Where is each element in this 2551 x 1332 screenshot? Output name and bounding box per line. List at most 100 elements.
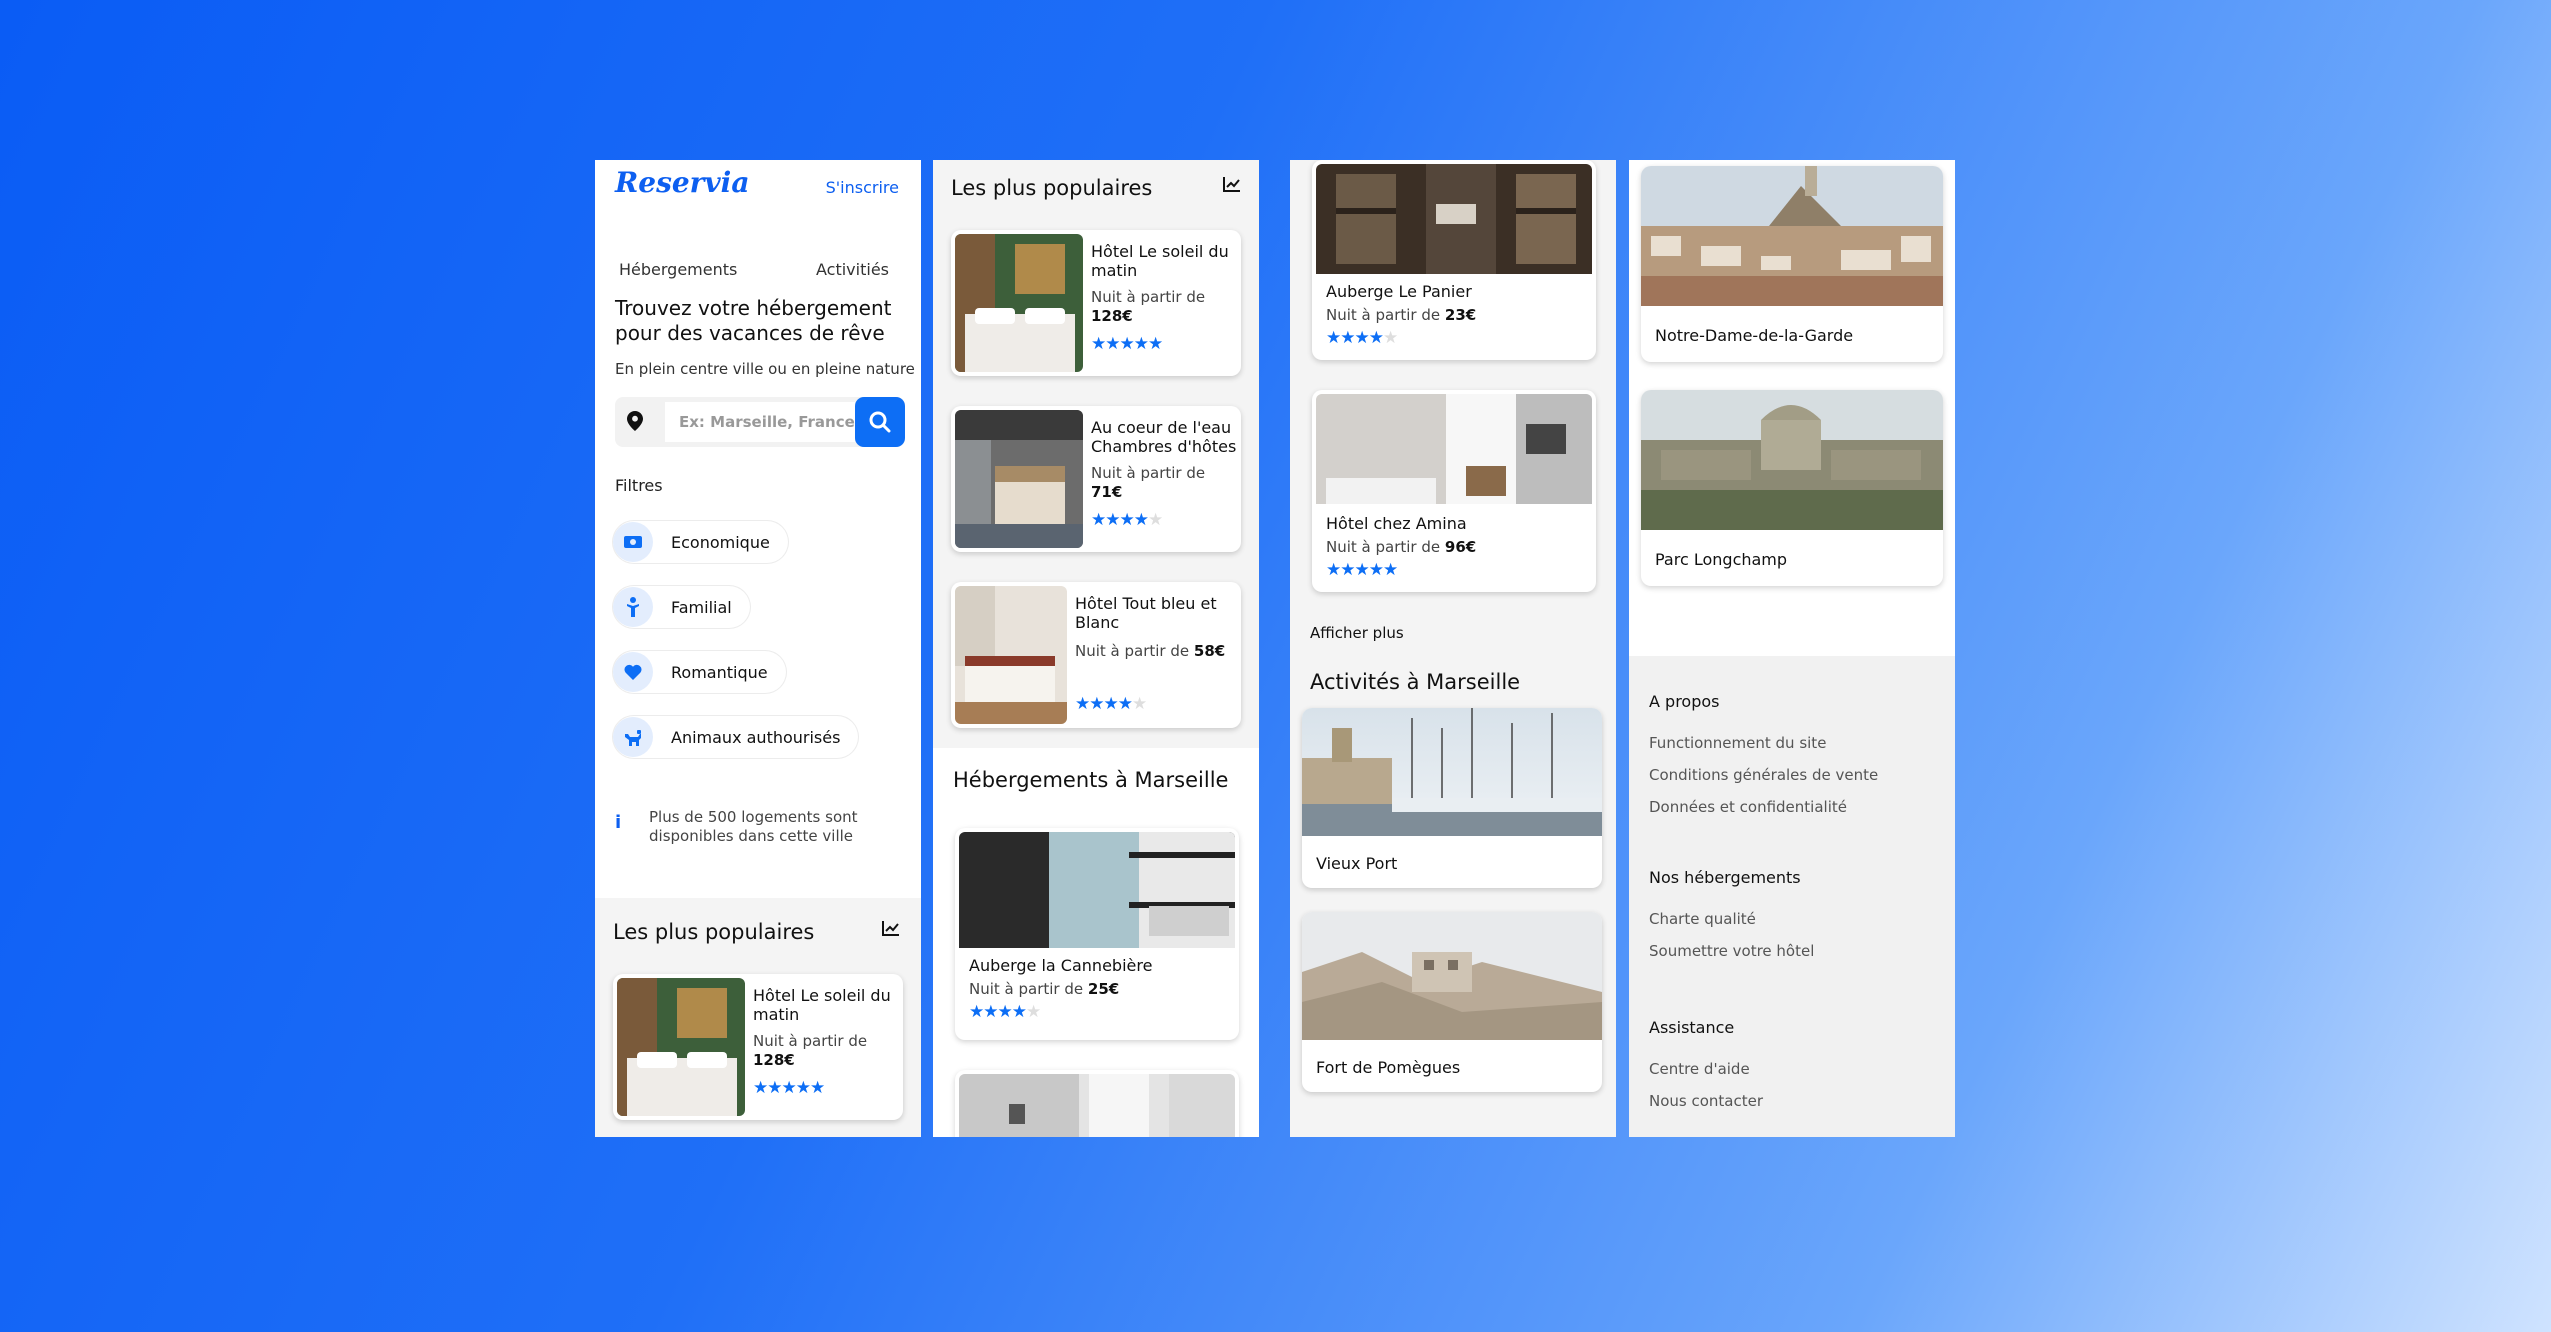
rating-stars: ★★★★★ bbox=[1091, 510, 1163, 530]
hotel-card[interactable]: Hôtel Le soleil du matin Nuit à partir d… bbox=[951, 230, 1241, 376]
tab-hebergements[interactable]: Hébergements bbox=[619, 260, 737, 279]
section-title: Hébergements à Marseille bbox=[953, 768, 1229, 792]
show-more-link[interactable]: Afficher plus bbox=[1310, 624, 1404, 642]
footer-link[interactable]: Centre d'aide bbox=[1649, 1060, 1750, 1078]
rating-stars: ★★★★★ bbox=[753, 1078, 825, 1098]
phone-screen-home: Reservia S'inscrire Hébergements Activit… bbox=[595, 160, 921, 1137]
lodging-price: Nuit à partir de 25€ bbox=[969, 980, 1120, 998]
hotel-price: Nuit à partir de 128€ bbox=[1091, 288, 1206, 325]
hero-subtitle: En plein centre ville ou en pleine natur… bbox=[615, 360, 915, 378]
footer-link[interactable]: Données et confidentialité bbox=[1649, 798, 1847, 816]
activity-photo bbox=[1641, 390, 1943, 530]
footer-heading: Nos hébergements bbox=[1649, 868, 1801, 887]
phone-screen-footer: Notre-Dame-de-la-Garde Parc Longchamp A … bbox=[1629, 160, 1955, 1137]
footer-link[interactable]: Functionnement du site bbox=[1649, 734, 1826, 752]
lodging-card[interactable] bbox=[955, 1070, 1239, 1137]
hotel-name: Hôtel Le soleil du matin bbox=[1091, 242, 1229, 280]
filter-familial[interactable]: Familial bbox=[613, 586, 750, 628]
nav-tabs: Hébergements Activitiés bbox=[619, 260, 889, 279]
activity-card[interactable]: Fort de Pomègues bbox=[1302, 912, 1602, 1092]
rating-stars: ★★★★★ bbox=[1326, 560, 1398, 580]
search-button[interactable] bbox=[855, 397, 905, 447]
footer-link[interactable]: Conditions générales de vente bbox=[1649, 766, 1878, 784]
heart-icon bbox=[613, 652, 653, 692]
activity-name: Notre-Dame-de-la-Garde bbox=[1655, 326, 1854, 345]
activity-photo bbox=[1302, 912, 1602, 1040]
filters-title: Filtres bbox=[615, 476, 663, 495]
filter-animaux[interactable]: Animaux authourisés bbox=[613, 716, 859, 758]
lodging-name: Hôtel chez Amina bbox=[1326, 514, 1467, 533]
search-input[interactable] bbox=[665, 402, 855, 442]
activity-card[interactable]: Vieux Port bbox=[1302, 708, 1602, 888]
lodging-card[interactable]: Auberge la Cannebière Nuit à partir de 2… bbox=[955, 828, 1239, 1040]
lodging-photo bbox=[959, 832, 1235, 948]
tab-activities[interactable]: Activitiés bbox=[816, 260, 889, 279]
money-icon bbox=[613, 522, 653, 562]
activity-photo bbox=[1641, 166, 1943, 306]
hotel-card[interactable]: Au coeur de l'eau Chambres d'hôtes Nuit … bbox=[951, 406, 1241, 552]
footer: A propos Functionnement du site Conditio… bbox=[1629, 656, 1955, 1137]
section-title: Activités à Marseille bbox=[1310, 670, 1521, 694]
info-note: i Plus de 500 logements sont disponibles… bbox=[615, 808, 889, 846]
filter-label: Animaux authourisés bbox=[671, 727, 841, 747]
search-icon bbox=[869, 411, 891, 433]
search-bar bbox=[615, 397, 905, 447]
lodging-card[interactable]: Hôtel chez Amina Nuit à partir de 96€ ★★… bbox=[1312, 390, 1596, 592]
hotel-name: Hôtel Le soleil du matin bbox=[753, 986, 891, 1024]
filter-label: Economique bbox=[671, 532, 770, 552]
hotel-price: Nuit à partir de 128€ bbox=[753, 1032, 868, 1069]
rating-stars: ★★★★★ bbox=[1075, 694, 1147, 714]
phone-screen-popular: Les plus populaires Hôtel Le soleil du m… bbox=[933, 160, 1259, 1137]
rating-stars: ★★★★★ bbox=[1091, 334, 1163, 354]
rating-stars: ★★★★★ bbox=[1326, 328, 1398, 348]
phone-screen-lodging: Auberge Le Panier Nuit à partir de 23€ ★… bbox=[1290, 160, 1616, 1137]
activity-name: Parc Longchamp bbox=[1655, 550, 1788, 569]
rating-stars: ★★★★★ bbox=[969, 1002, 1041, 1022]
section-title: Les plus populaires bbox=[951, 176, 1153, 200]
info-text: Plus de 500 logements sont disponibles d… bbox=[649, 808, 858, 845]
hotel-card[interactable]: Hôtel Le soleil du matin Nuit à partir d… bbox=[613, 974, 903, 1120]
info-icon: i bbox=[615, 812, 622, 833]
signin-link[interactable]: S'inscrire bbox=[826, 178, 899, 197]
hotel-price: Nuit à partir de 58€ bbox=[1075, 642, 1226, 660]
pet-icon bbox=[613, 717, 653, 757]
hero-title: Trouvez votre hébergement pour des vacan… bbox=[615, 296, 892, 345]
lodging-card[interactable]: Auberge Le Panier Nuit à partir de 23€ ★… bbox=[1312, 160, 1596, 360]
filter-economique[interactable]: Economique bbox=[613, 521, 788, 563]
hotel-card[interactable]: Hôtel Tout bleu et Blanc Nuit à partir d… bbox=[951, 582, 1241, 728]
trend-icon bbox=[1223, 176, 1241, 196]
activity-card[interactable]: Notre-Dame-de-la-Garde bbox=[1641, 166, 1943, 362]
footer-heading: Assistance bbox=[1649, 1018, 1735, 1037]
logo[interactable]: Reservia bbox=[615, 166, 749, 199]
lodging-photo bbox=[1316, 394, 1592, 504]
filter-label: Romantique bbox=[671, 662, 768, 682]
lodging-name: Auberge Le Panier bbox=[1326, 282, 1472, 301]
hotel-photo bbox=[955, 234, 1083, 372]
lodging-price: Nuit à partir de 23€ bbox=[1326, 306, 1477, 324]
footer-heading: A propos bbox=[1649, 692, 1720, 711]
activity-name: Fort de Pomègues bbox=[1316, 1058, 1461, 1077]
hotel-photo bbox=[617, 978, 745, 1116]
section-title: Les plus populaires bbox=[613, 920, 815, 944]
family-icon bbox=[613, 587, 653, 627]
filter-romantique[interactable]: Romantique bbox=[613, 651, 786, 693]
activity-photo bbox=[1302, 708, 1602, 836]
lodging-photo bbox=[1316, 164, 1592, 274]
filter-label: Familial bbox=[671, 597, 732, 617]
hotel-name: Hôtel Tout bleu et Blanc bbox=[1075, 594, 1217, 632]
location-pin-icon bbox=[627, 411, 643, 436]
hotel-price: Nuit à partir de 71€ bbox=[1091, 464, 1206, 501]
popular-section: Les plus populaires Hôtel Le soleil du m… bbox=[595, 898, 921, 1137]
activity-card[interactable]: Parc Longchamp bbox=[1641, 390, 1943, 586]
lodging-section: Hébergements à Marseille Auberge la Cann… bbox=[933, 748, 1259, 1137]
footer-link[interactable]: Charte qualité bbox=[1649, 910, 1756, 928]
lodging-name: Auberge la Cannebière bbox=[969, 956, 1153, 975]
footer-link[interactable]: Nous contacter bbox=[1649, 1092, 1763, 1110]
hotel-photo bbox=[955, 410, 1083, 548]
activities-section: Activités à Marseille Vieux Port Fort de… bbox=[1290, 670, 1616, 1137]
footer-link[interactable]: Soumettre votre hôtel bbox=[1649, 942, 1814, 960]
hotel-name: Au coeur de l'eau Chambres d'hôtes bbox=[1091, 418, 1237, 456]
trend-icon bbox=[882, 920, 900, 940]
hotel-photo bbox=[955, 586, 1067, 724]
lodging-price: Nuit à partir de 96€ bbox=[1326, 538, 1477, 556]
